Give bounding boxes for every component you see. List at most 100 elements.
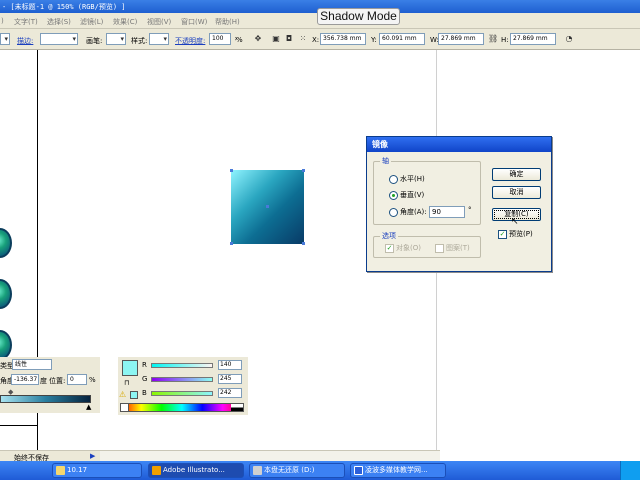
horizontal-scrollbar[interactable] <box>100 450 440 461</box>
align-icon[interactable]: ▣ <box>271 34 281 44</box>
w-input[interactable]: 27.869 mm <box>438 33 484 45</box>
x-input[interactable]: 356.738 mm <box>320 33 366 45</box>
illustrator-icon <box>152 466 161 475</box>
folder-icon <box>56 466 65 475</box>
radio-icon[interactable] <box>389 207 398 217</box>
vertical-radio[interactable]: 垂直(V) <box>389 190 424 200</box>
gradient-stop-icon[interactable]: ▲ <box>86 403 91 411</box>
transform-options-icon[interactable]: ◔ <box>564 34 574 44</box>
h-input[interactable]: 27.869 mm <box>510 33 556 45</box>
fill-color-swatch[interactable] <box>122 360 138 376</box>
select-similar-icon[interactable]: ✥ <box>253 34 263 44</box>
style-label: 样式: <box>131 37 148 45</box>
menu-item-view[interactable]: 视图(V) <box>147 17 171 27</box>
web-safe-swatch[interactable] <box>130 391 138 399</box>
horizontal-radio[interactable]: 水平(H) <box>389 174 425 184</box>
blue-slider[interactable] <box>151 391 213 396</box>
blue-slider-row: B 242 <box>142 388 242 398</box>
color-panel: ⊓ ⚠ R 140 G 245 B 242 <box>118 357 248 415</box>
objects-checkbox[interactable]: ✓ 对象(O) <box>385 243 421 253</box>
taskbar-item-illustrator[interactable]: Adobe Illustrato... <box>148 463 244 478</box>
shadow-mode-badge[interactable]: Shadow Mode <box>317 8 400 25</box>
taskbar-item-teaching-network[interactable]: 凌波多媒体教学网... <box>350 463 446 478</box>
selection-handle[interactable] <box>302 169 305 172</box>
black-white-swatch[interactable] <box>231 404 243 411</box>
h-label: H: <box>501 36 509 44</box>
warning-icon[interactable]: ⚠ <box>119 390 126 399</box>
gradient-circle-object[interactable] <box>0 228 12 258</box>
gradient-position-input[interactable]: 0 <box>67 374 87 385</box>
out-of-web-icon[interactable]: ⊓ <box>124 379 129 387</box>
vertical-label: 垂直(V) <box>400 191 425 199</box>
gradient-type-select[interactable]: 线性 <box>12 359 52 370</box>
transform-grid-icon[interactable]: ⁙ <box>298 34 308 44</box>
stroke-label[interactable]: 描边: <box>17 36 33 46</box>
red-label: R <box>142 361 147 369</box>
selection-handle[interactable] <box>230 169 233 172</box>
reflect-dialog: 镜像 轴 水平(H) 垂直(V) 角度(A): 90 ° 选项 ✓ 对象(O) 图… <box>366 136 552 272</box>
gradient-angle-input[interactable]: -136.37 <box>11 374 39 385</box>
system-tray[interactable] <box>620 461 640 480</box>
green-slider-row: G 245 <box>142 374 242 384</box>
radio-icon[interactable] <box>389 174 398 184</box>
angle-radio[interactable]: 角度(A): <box>389 207 427 217</box>
opacity-label[interactable]: 不透明度: <box>175 36 205 46</box>
selection-handle[interactable] <box>302 242 305 245</box>
menu-item-effect[interactable]: 效果(C) <box>113 17 137 27</box>
checkbox-checked-icon[interactable]: ✓ <box>498 229 507 239</box>
degree-unit: ° <box>468 206 472 214</box>
stroke-weight-dropdown[interactable] <box>40 33 78 45</box>
reference-point-icon[interactable]: ◘ <box>284 34 294 44</box>
gradient-circle-object[interactable] <box>0 279 12 309</box>
selection-handle[interactable] <box>230 242 233 245</box>
menu-item-text[interactable]: 文字(T) <box>14 17 38 27</box>
y-input[interactable]: 60.091 mm <box>379 33 425 45</box>
center-point <box>266 205 269 208</box>
selected-gradient-square[interactable] <box>230 169 305 245</box>
taskbar-item-folder[interactable]: 10.17 <box>52 463 142 478</box>
status-menu-arrow-icon[interactable]: ▶ <box>90 452 95 460</box>
cancel-button[interactable]: 取消 <box>492 186 541 199</box>
drive-icon <box>253 466 262 475</box>
taskbar-item-drive[interactable]: 本盘无还原 (D:) <box>249 463 345 478</box>
none-color-icon[interactable] <box>121 404 129 411</box>
angle-input[interactable]: 90 <box>429 206 465 218</box>
gradient-slider[interactable] <box>0 395 91 403</box>
dialog-title[interactable]: 镜像 <box>367 137 551 152</box>
checkbox-disabled-icon[interactable] <box>435 243 444 253</box>
opacity-unit: % <box>236 36 243 44</box>
menu-item-help[interactable]: 帮助(H) <box>215 17 240 27</box>
menu-item-window[interactable]: 窗口(W) <box>181 17 207 27</box>
color-spectrum-bar[interactable] <box>120 403 244 412</box>
gradient-type-value: 线性 <box>15 361 28 368</box>
fill-dropdown[interactable] <box>0 33 10 45</box>
taskbar-item-label: 凌波多媒体教学网... <box>365 466 428 474</box>
green-slider[interactable] <box>151 377 213 382</box>
checkbox-disabled-icon[interactable]: ✓ <box>385 243 394 253</box>
patterns-label: 图案(T) <box>446 244 470 252</box>
green-value-input[interactable]: 245 <box>218 374 242 384</box>
red-slider[interactable] <box>151 363 213 368</box>
blue-value-input[interactable]: 242 <box>218 388 242 398</box>
style-dropdown[interactable] <box>149 33 169 45</box>
gradient-angle-unit: 度 <box>40 377 47 385</box>
patterns-checkbox[interactable]: 图案(T) <box>435 243 470 253</box>
x-label: X: <box>312 36 320 44</box>
menu-item-filter[interactable]: 滤镜(L) <box>80 17 103 27</box>
green-label: G <box>142 375 148 383</box>
menu-item-partial[interactable]: ) <box>1 17 4 25</box>
gradient-circle-object[interactable] <box>0 330 12 360</box>
radio-selected-icon[interactable] <box>389 190 398 200</box>
menu-item-select[interactable]: 选择(S) <box>47 17 71 27</box>
red-value-input[interactable]: 140 <box>218 360 242 370</box>
ok-button[interactable]: 确定 <box>492 168 541 181</box>
blue-label: B <box>142 389 147 397</box>
control-bar: 描边: 画笔: 样式: 不透明度: 100 › % ✥ ▣ ◘ ⁙ X: 356… <box>0 29 640 50</box>
brush-dropdown[interactable] <box>106 33 126 45</box>
gradient-position-label: 位置: <box>49 377 66 385</box>
opacity-input[interactable]: 100 <box>209 33 231 45</box>
axis-group-label: 轴 <box>380 156 391 166</box>
preview-checkbox[interactable]: ✓ 预览(P) <box>498 229 533 239</box>
constrain-link-icon[interactable]: ⛓ <box>488 34 498 44</box>
preview-label: 预览(P) <box>509 230 533 238</box>
